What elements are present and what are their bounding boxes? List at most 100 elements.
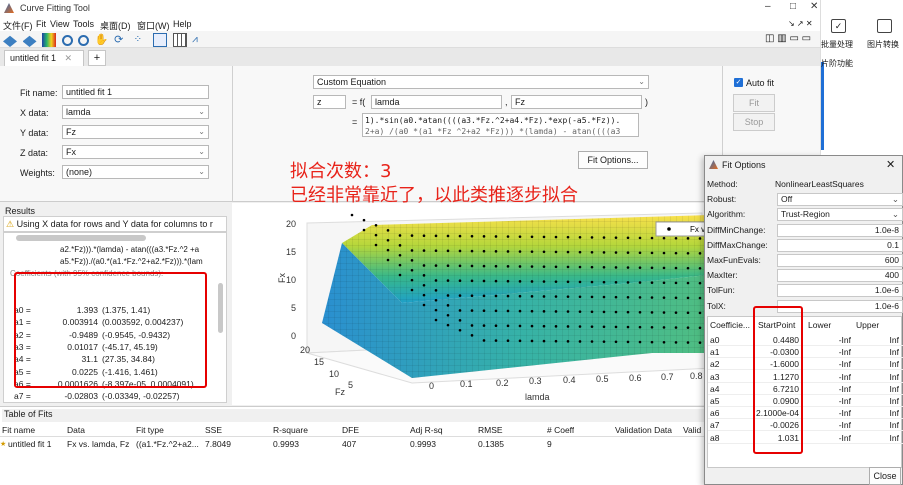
coef-column-header[interactable]: Lower [808,320,831,330]
coef-row[interactable]: a1 -0.0300 -Inf Inf [708,346,903,359]
fit-type-select[interactable]: Custom Equation ⌄ [313,75,649,89]
table-column-header[interactable]: R-square [273,425,308,435]
fit-options-button[interactable]: Fit Options... [578,151,648,169]
colormap-icon[interactable] [42,33,57,47]
coef-row[interactable]: a8 1.031 -Inf Inf [708,432,903,444]
table-column-header[interactable]: DFE [342,425,359,435]
autofit-checkbox[interactable]: ✓ [734,78,743,87]
coef-lower[interactable]: -Inf [839,384,851,394]
coef-lower[interactable]: -Inf [839,372,851,382]
dialog-close-button[interactable]: Close [869,467,901,485]
dialog-close-icon[interactable]: ✕ [886,158,895,171]
output-variable-input[interactable]: z [313,95,346,109]
coef-row[interactable]: a7 -0.0026 -Inf Inf [708,419,903,432]
coef-row[interactable]: a6 2.1000e-04 -Inf Inf [708,407,903,420]
coef-upper[interactable]: Inf [890,433,899,443]
duplicate-fit-icon[interactable] [22,35,37,47]
table-column-header[interactable]: Data [67,425,85,435]
results-hscrollbar[interactable] [16,235,146,241]
menu-tools[interactable]: Tools [73,19,94,29]
table-column-header[interactable]: Validation Data [615,425,672,435]
coef-upper[interactable]: Inf [890,396,899,406]
coef-upper[interactable]: Inf [890,347,899,357]
data-cursor-icon[interactable]: ⁘ [134,33,148,47]
table-column-header[interactable]: SSE [205,425,222,435]
coef-upper[interactable]: Inf [890,420,899,430]
coef-row[interactable]: a0 0.4480 -Inf Inf [708,334,903,346]
table-column-header[interactable]: Adj R-sq [410,425,443,435]
layout-icons[interactable]: ◫ ▥ ▭ ▭ [765,33,811,44]
batch-process-icon[interactable]: ✓ [831,19,846,33]
data-point [542,280,546,283]
data-point [446,264,450,268]
coef-lower[interactable]: -Inf [839,396,851,406]
table-row[interactable]: untitled fit 1 Fx vs. lamda, Fz ((a1.*Fz.^… [0,438,820,451]
stop-button[interactable]: Stop [733,113,775,131]
coef-lower[interactable]: -Inf [839,359,851,369]
coef-lower[interactable]: -Inf [839,408,851,418]
coef-row[interactable]: a2 -1.6000 -Inf Inf [708,358,903,371]
coef-row[interactable]: a5 0.0900 -Inf Inf [708,395,903,407]
option-input[interactable]: 0.1 [777,238,903,252]
image-convert-label[interactable]: 图片转换 [867,39,899,50]
table-column-header[interactable]: RMSE [478,425,503,435]
zoom-out-icon[interactable] [78,34,90,46]
pan-icon[interactable]: ✋ [95,33,109,47]
x-data-select[interactable]: lamda ⌄ [62,105,209,119]
z-data-select[interactable]: Fx ⌄ [62,145,209,159]
tab-close-icon[interactable]: ✕ [65,53,73,63]
results-vscrollbar[interactable] [218,283,223,333]
z-tick: 15 [286,247,296,257]
undock-icon[interactable]: ↘ ↗ ✕ [788,19,813,28]
maximize-button[interactable]: □ [790,1,796,12]
option-input[interactable]: 400 [777,269,903,283]
data-point [494,235,498,238]
data-point [482,264,486,268]
coef-upper[interactable]: Inf [890,372,899,382]
batch-process-label[interactable]: 批量处理 [821,39,853,50]
coef-lower[interactable]: -Inf [839,420,851,430]
tab-untitled-fit-1[interactable]: untitled fit 1 ✕ [4,50,84,66]
add-tab-button[interactable]: + [88,50,106,66]
coef-upper[interactable]: Inf [890,335,899,345]
coef-row[interactable]: a3 1.1270 -Inf Inf [708,371,903,383]
table-column-header[interactable]: # Coeff [547,425,574,435]
menu-fit[interactable]: Fit [36,19,46,29]
grid-icon[interactable] [172,33,187,47]
option-input[interactable]: 1.0e-8 [777,223,903,237]
coef-lower[interactable]: -Inf [839,335,851,345]
option-select[interactable]: Off ⌄ [777,193,903,207]
variable1-input[interactable]: lamda [371,95,502,109]
data-point [374,233,378,237]
table-column-header[interactable]: Valid [683,425,701,435]
close-button[interactable]: ✕ [810,1,818,12]
coef-lower[interactable]: -Inf [839,433,851,443]
new-fit-icon[interactable] [3,35,17,47]
option-select[interactable]: Trust-Region ⌄ [777,208,903,222]
menu-view[interactable]: View [50,19,69,29]
option-input[interactable]: 600 [777,254,903,267]
coef-column-header[interactable]: Upper [856,320,879,330]
coef-upper[interactable]: Inf [890,384,899,394]
minimize-button[interactable]: – [765,1,771,12]
menu-help[interactable]: Help [173,19,192,29]
residuals-icon[interactable]: ⩘ [192,33,206,47]
coef-row[interactable]: a4 6.7210 -Inf Inf [708,383,903,395]
variable2-input[interactable]: Fz [511,95,642,109]
legend-icon[interactable] [153,33,168,47]
weights-select[interactable]: (none) ⌄ [62,165,209,179]
coef-upper[interactable]: Inf [890,359,899,369]
zoom-in-icon[interactable] [61,34,73,46]
fit-name-input[interactable]: untitled fit 1 [62,85,209,99]
coef-lower[interactable]: -Inf [839,347,851,357]
rotate-icon[interactable]: ⟳ [114,33,128,47]
image-convert-icon[interactable] [877,19,892,33]
coef-column-header[interactable]: Coefficie... [710,320,750,330]
y-data-select[interactable]: Fz ⌄ [62,125,209,139]
fit-button[interactable]: Fit [733,94,775,112]
table-column-header[interactable]: Fit name [2,425,35,435]
option-input[interactable]: 1.0e-6 [777,284,903,298]
equation-textarea[interactable]: 1).*sin(a0.*atan((((a3.*Fz.^2+a4.*Fz).*e… [362,113,639,137]
coef-upper[interactable]: Inf [890,408,899,418]
table-column-header[interactable]: Fit type [136,425,164,435]
